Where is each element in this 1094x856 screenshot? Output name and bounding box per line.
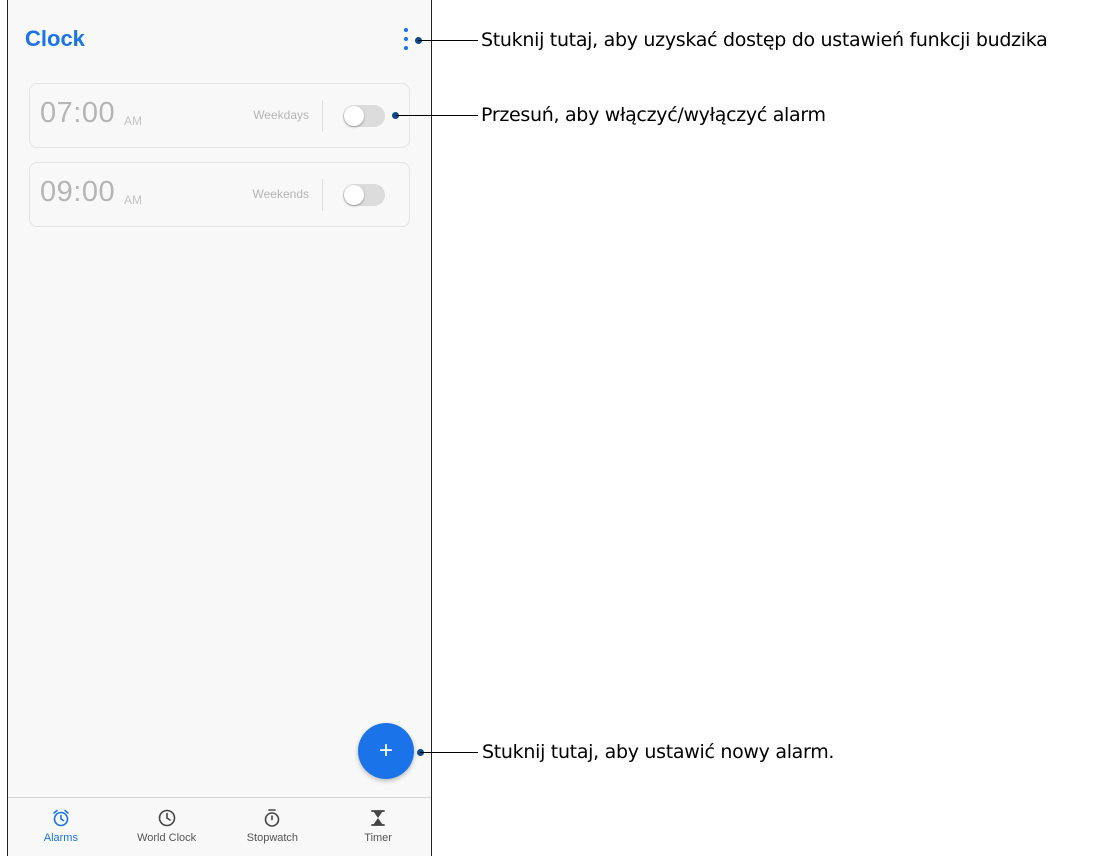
tab-world-clock[interactable]: World Clock [114,798,220,856]
toggle-knob [344,106,364,126]
add-alarm-button[interactable]: + [358,723,414,779]
bottom-navigation: Alarms World Clock Stopwatch Timer [8,797,431,856]
alarm-icon [53,809,69,827]
callout-toggle: Przesuń, aby włączyć/wyłączyć alarm [481,104,826,126]
tab-timer[interactable]: Timer [325,798,431,856]
alarm-card-0700[interactable]: 07:00 AM Weekdays [29,83,410,148]
alarm-repeat-days: Weekends [252,187,309,201]
dot [404,46,408,50]
alarm-repeat-days: Weekdays [253,108,309,122]
alarm-toggle[interactable] [343,105,385,127]
alarm-ampm: AM [124,193,142,207]
callout-line-settings [418,40,478,41]
tab-label: World Clock [137,832,197,844]
app-title: Clock [25,26,85,51]
divider [322,100,323,132]
tab-label: Alarms [43,832,78,844]
alarm-card-0900[interactable]: 09:00 AM Weekends [29,162,410,227]
phone-screen: Clock 07:00 AM Weekdays 09:00 AM Weekend… [7,0,432,856]
alarm-time: 07:00 [40,97,116,129]
tab-stopwatch[interactable]: Stopwatch [220,798,326,856]
alarm-ampm: AM [124,114,142,128]
divider [322,179,323,211]
clock-icon [158,809,175,827]
hourglass-icon [371,810,386,826]
callout-line-add [420,752,478,753]
overflow-menu-button[interactable] [400,28,412,50]
callout-settings: Stuknij tutaj, aby uzyskać dostęp do ust… [481,29,1048,51]
alarm-time: 09:00 [40,176,116,208]
tab-alarms[interactable]: Alarms [8,798,114,856]
callout-add: Stuknij tutaj, aby ustawić nowy alarm. [482,741,835,763]
callout-line-toggle [396,115,478,116]
tab-label: Stopwatch [246,832,299,844]
alarm-toggle[interactable] [343,184,385,206]
tab-label: Timer [364,832,392,844]
dot [404,28,408,32]
dot [404,37,408,41]
toggle-knob [344,185,364,205]
stopwatch-icon [265,809,280,827]
